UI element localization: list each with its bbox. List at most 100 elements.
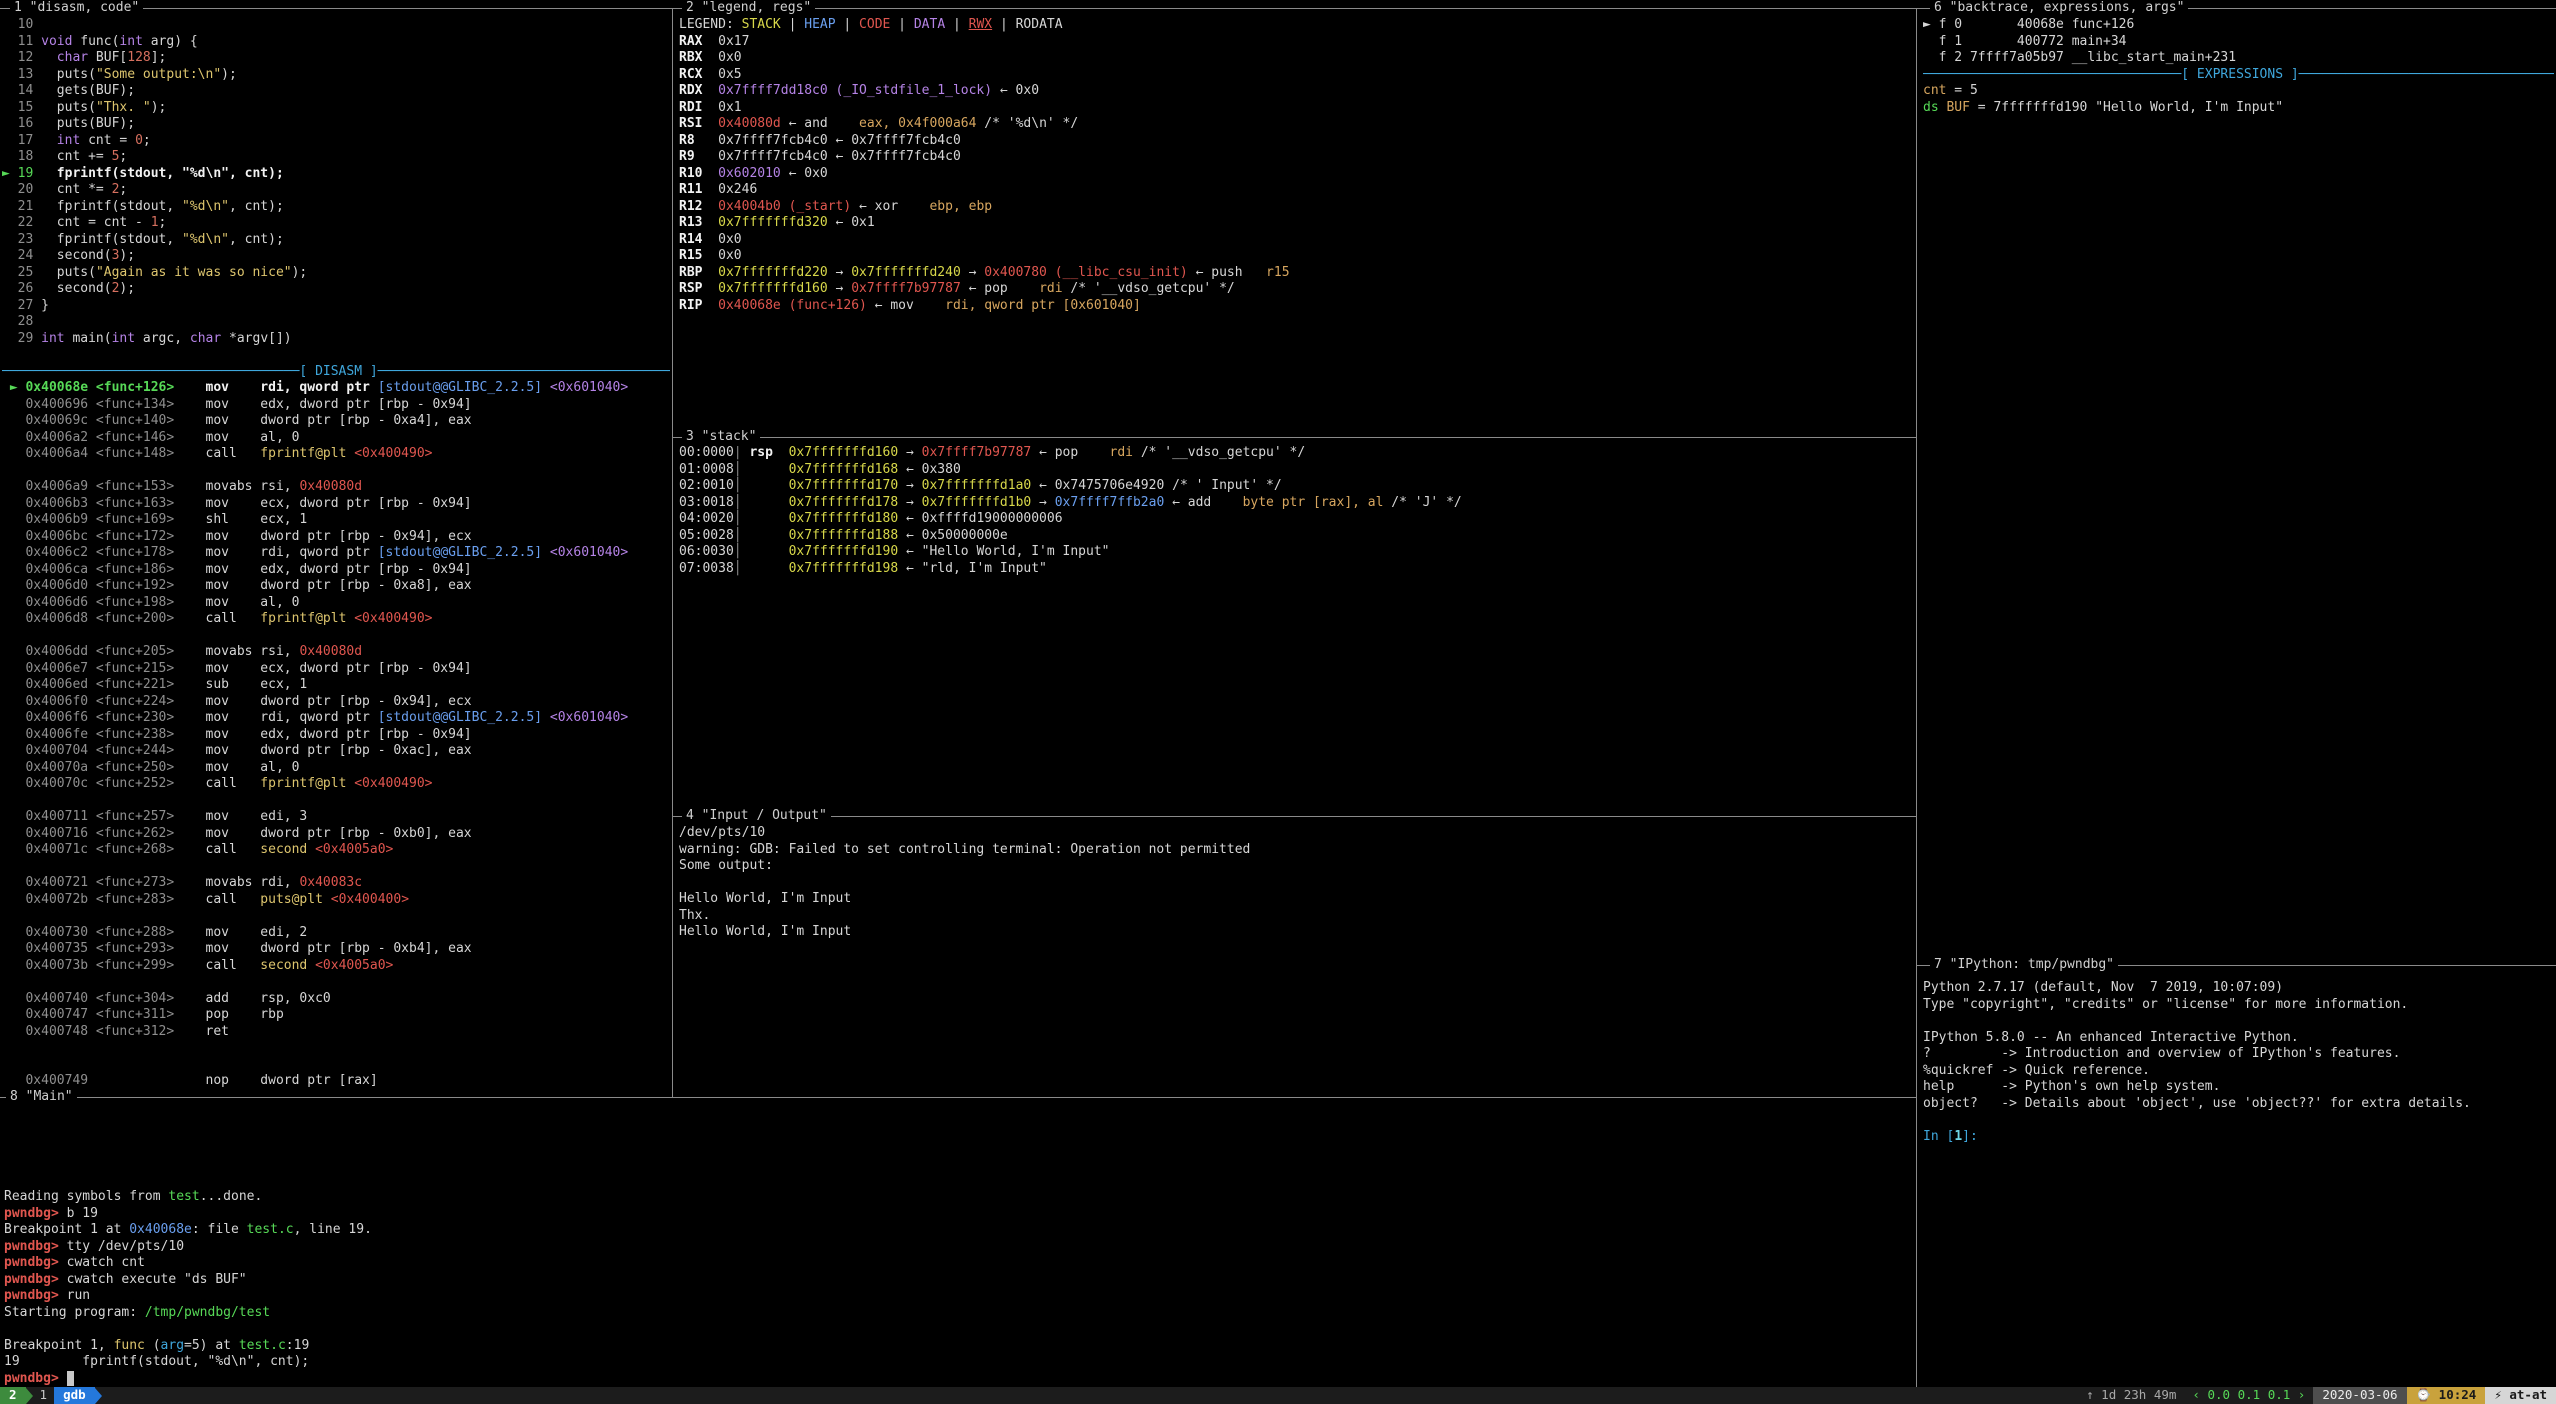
status-right: ↑ 1d 23h 49m ‹ 0.0 0.1 0.1 › 2020-03-06 … <box>2078 1387 2556 1404</box>
tmux-status-bar: 2 1 gdb ↑ 1d 23h 49m ‹ 0.0 0.1 0.1 › 202… <box>0 1387 2556 1404</box>
terminal-line: R12 0x4004b0 (_start) ← xor ebp, ebp <box>679 199 1914 216</box>
terminal-line: 00:0000│ rsp 0x7fffffffd160 → 0x7ffff7b9… <box>679 445 1914 462</box>
terminal-line: 0x4006c2 <func+178> mov rdi, qword ptr [… <box>2 545 670 562</box>
terminal-line: 27 } <box>2 298 670 315</box>
terminal-line: help -> Python's own help system. <box>1923 1079 2554 1096</box>
terminal-line: ► 0x40068e <func+126> mov rdi, qword ptr… <box>2 380 670 397</box>
terminal-line <box>2 1057 670 1074</box>
status-left: 2 1 gdb <box>0 1387 102 1404</box>
terminal-line: 20 cnt *= 2; <box>2 182 670 199</box>
terminal-line: Thx. <box>679 908 1914 925</box>
terminal-line: 0x4006f0 <func+224> mov dword ptr [rbp -… <box>2 694 670 711</box>
status-hostname: ⚡ at-at <box>2485 1387 2556 1404</box>
terminal-line: Breakpoint 1 at 0x40068e: file test.c, l… <box>4 1222 1914 1239</box>
status-load-average: ‹ 0.0 0.1 0.1 › <box>2184 1387 2313 1404</box>
terminal-line: RSI 0x40080d ← and eax, 0x4f000a64 /* '%… <box>679 116 1914 133</box>
terminal-line: 06:0030│ 0x7fffffffd190 ← "Hello World, … <box>679 544 1914 561</box>
terminal-line: 07:0038│ 0x7fffffffd198 ← "rld, I'm Inpu… <box>679 561 1914 578</box>
tmux-window-name-gdb[interactable]: gdb <box>54 1387 95 1404</box>
terminal-line <box>2 463 670 480</box>
terminal-line: ─────────────────────────────────[ EXPRE… <box>1923 67 2554 84</box>
terminal-line: 0x4006a9 <func+153> movabs rsi, 0x40080d <box>2 479 670 496</box>
pane-ipython[interactable]: Python 2.7.17 (default, Nov 7 2019, 10:0… <box>1923 980 2554 1385</box>
terminal-line: R14 0x0 <box>679 232 1914 249</box>
terminal-line: R13 0x7fffffffd320 ← 0x1 <box>679 215 1914 232</box>
pane-border-vertical-right[interactable] <box>1916 8 1917 1387</box>
terminal-line: 0x400721 <func+273> movabs rdi, 0x40083c <box>2 875 670 892</box>
terminal-line: 25 puts("Again as it was so nice"); <box>2 265 670 282</box>
terminal-line: Python 2.7.17 (default, Nov 7 2019, 10:0… <box>1923 980 2554 997</box>
terminal-line: ► 19 fprintf(stdout, "%d\n", cnt); <box>2 166 670 183</box>
terminal-line <box>2 793 670 810</box>
terminal-line: 22 cnt = cnt - 1; <box>2 215 670 232</box>
terminal-line: 19 fprintf(stdout, "%d\n", cnt); <box>4 1354 1914 1371</box>
terminal-line: ds BUF = 7fffffffd190 "Hello World, I'm … <box>1923 100 2554 117</box>
terminal-line: 16 puts(BUF); <box>2 116 670 133</box>
terminal-line: 0x400716 <func+262> mov dword ptr [rbp -… <box>2 826 670 843</box>
pane-border-vertical-left[interactable] <box>672 8 673 1097</box>
terminal-line: 04:0020│ 0x7fffffffd180 ← 0xffffd1900000… <box>679 511 1914 528</box>
terminal-line: warning: GDB: Failed to set controlling … <box>679 842 1914 859</box>
pane-main-gdb-console[interactable]: Reading symbols from test...done.pwndbg>… <box>4 1189 1914 1387</box>
terminal-line: 24 second(3); <box>2 248 670 265</box>
pane-title-main: 8 "Main" <box>6 1089 77 1106</box>
terminal-line <box>2 908 670 925</box>
terminal-line: RDI 0x1 <box>679 100 1914 117</box>
pane-legend-regs[interactable]: LEGEND: STACK | HEAP | CODE | DATA | RWX… <box>679 17 1914 435</box>
terminal-line: %quickref -> Quick reference. <box>1923 1063 2554 1080</box>
terminal-line: 0x400735 <func+293> mov dword ptr [rbp -… <box>2 941 670 958</box>
terminal-line: 0x4006d6 <func+198> mov al, 0 <box>2 595 670 612</box>
tmux-session-badge[interactable]: 2 <box>0 1387 26 1404</box>
terminal-line: 0x4006fe <func+238> mov edx, dword ptr [… <box>2 727 670 744</box>
terminal-line <box>2 859 670 876</box>
pane-input-output[interactable]: /dev/pts/10warning: GDB: Failed to set c… <box>679 825 1914 1095</box>
terminal-line: 05:0028│ 0x7fffffffd188 ← 0x50000000e <box>679 528 1914 545</box>
terminal-line: R8 0x7ffff7fcb4c0 ← 0x7ffff7fcb4c0 <box>679 133 1914 150</box>
terminal-line <box>2 347 670 364</box>
terminal-line: In [1]: <box>1923 1129 2554 1146</box>
pane-border-stack[interactable] <box>673 437 1916 438</box>
terminal-line: 13 puts("Some output:\n"); <box>2 67 670 84</box>
terminal-line: 14 gets(BUF); <box>2 83 670 100</box>
terminal-line: 0x4006ca <func+186> mov edx, dword ptr [… <box>2 562 670 579</box>
pane-disasm-code[interactable]: 10 11 void func(int arg) { 12 char BUF[1… <box>2 17 670 1095</box>
terminal-line: R10 0x602010 ← 0x0 <box>679 166 1914 183</box>
tmux-window-index[interactable]: 1 <box>33 1387 55 1404</box>
pane-backtrace-expressions[interactable]: ► f 0 40068e func+126 f 1 400772 main+34… <box>1923 17 2554 963</box>
terminal-line: Type "copyright", "credits" or "license"… <box>1923 997 2554 1014</box>
terminal-line: 28 <box>2 314 670 331</box>
terminal-line <box>1923 1112 2554 1129</box>
terminal-line: 0x4006ed <func+221> sub ecx, 1 <box>2 677 670 694</box>
powerline-arrow-icon <box>26 1388 33 1404</box>
terminal-line: 0x4006a4 <func+148> call fprintf@plt <0x… <box>2 446 670 463</box>
terminal-line <box>2 974 670 991</box>
pane-border-main[interactable] <box>0 1097 1916 1098</box>
terminal-line: 0x40070c <func+252> call fprintf@plt <0x… <box>2 776 670 793</box>
pane-title-backtrace: 6 "backtrace, expressions, args" <box>1930 0 2188 17</box>
pane-border-io[interactable] <box>673 816 1916 817</box>
terminal-line: R11 0x246 <box>679 182 1914 199</box>
pane-title-legend-regs: 2 "legend, regs" <box>682 0 815 17</box>
pane-title-ipython: 7 "IPython: tmp/pwndbg" <box>1930 957 2118 974</box>
terminal-line: ? -> Introduction and overview of IPytho… <box>1923 1046 2554 1063</box>
terminal-line: pwndbg> <box>4 1371 1914 1388</box>
terminal-line: Hello World, I'm Input <box>679 924 1914 941</box>
terminal-line: 0x400696 <func+134> mov edx, dword ptr [… <box>2 397 670 414</box>
powerline-arrow-icon <box>95 1388 102 1404</box>
terminal-line: 0x40072b <func+283> call puts@plt <0x400… <box>2 892 670 909</box>
terminal-line: 0x4006b9 <func+169> shl ecx, 1 <box>2 512 670 529</box>
terminal-line: pwndbg> b 19 <box>4 1206 1914 1223</box>
terminal-line: 0x4006d8 <func+200> call fprintf@plt <0x… <box>2 611 670 628</box>
terminal-line: 17 int cnt = 0; <box>2 133 670 150</box>
terminal-line <box>679 875 1914 892</box>
terminal-line: 0x40071c <func+268> call second <0x4005a… <box>2 842 670 859</box>
terminal-line: 01:0008│ 0x7fffffffd168 ← 0x380 <box>679 462 1914 479</box>
terminal-line: 0x400711 <func+257> mov edi, 3 <box>2 809 670 826</box>
pane-stack[interactable]: 00:0000│ rsp 0x7fffffffd160 → 0x7ffff7b9… <box>679 445 1914 814</box>
terminal-line: ──────────────────────────────────────[ … <box>2 364 670 381</box>
terminal-line: 26 second(2); <box>2 281 670 298</box>
terminal-line: 0x400749 nop dword ptr [rax] <box>2 1073 670 1090</box>
terminal-line: 0x400740 <func+304> add rsp, 0xc0 <box>2 991 670 1008</box>
terminal-line: 02:0010│ 0x7fffffffd170 → 0x7fffffffd1a0… <box>679 478 1914 495</box>
terminal-line: 0x400704 <func+244> mov dword ptr [rbp -… <box>2 743 670 760</box>
